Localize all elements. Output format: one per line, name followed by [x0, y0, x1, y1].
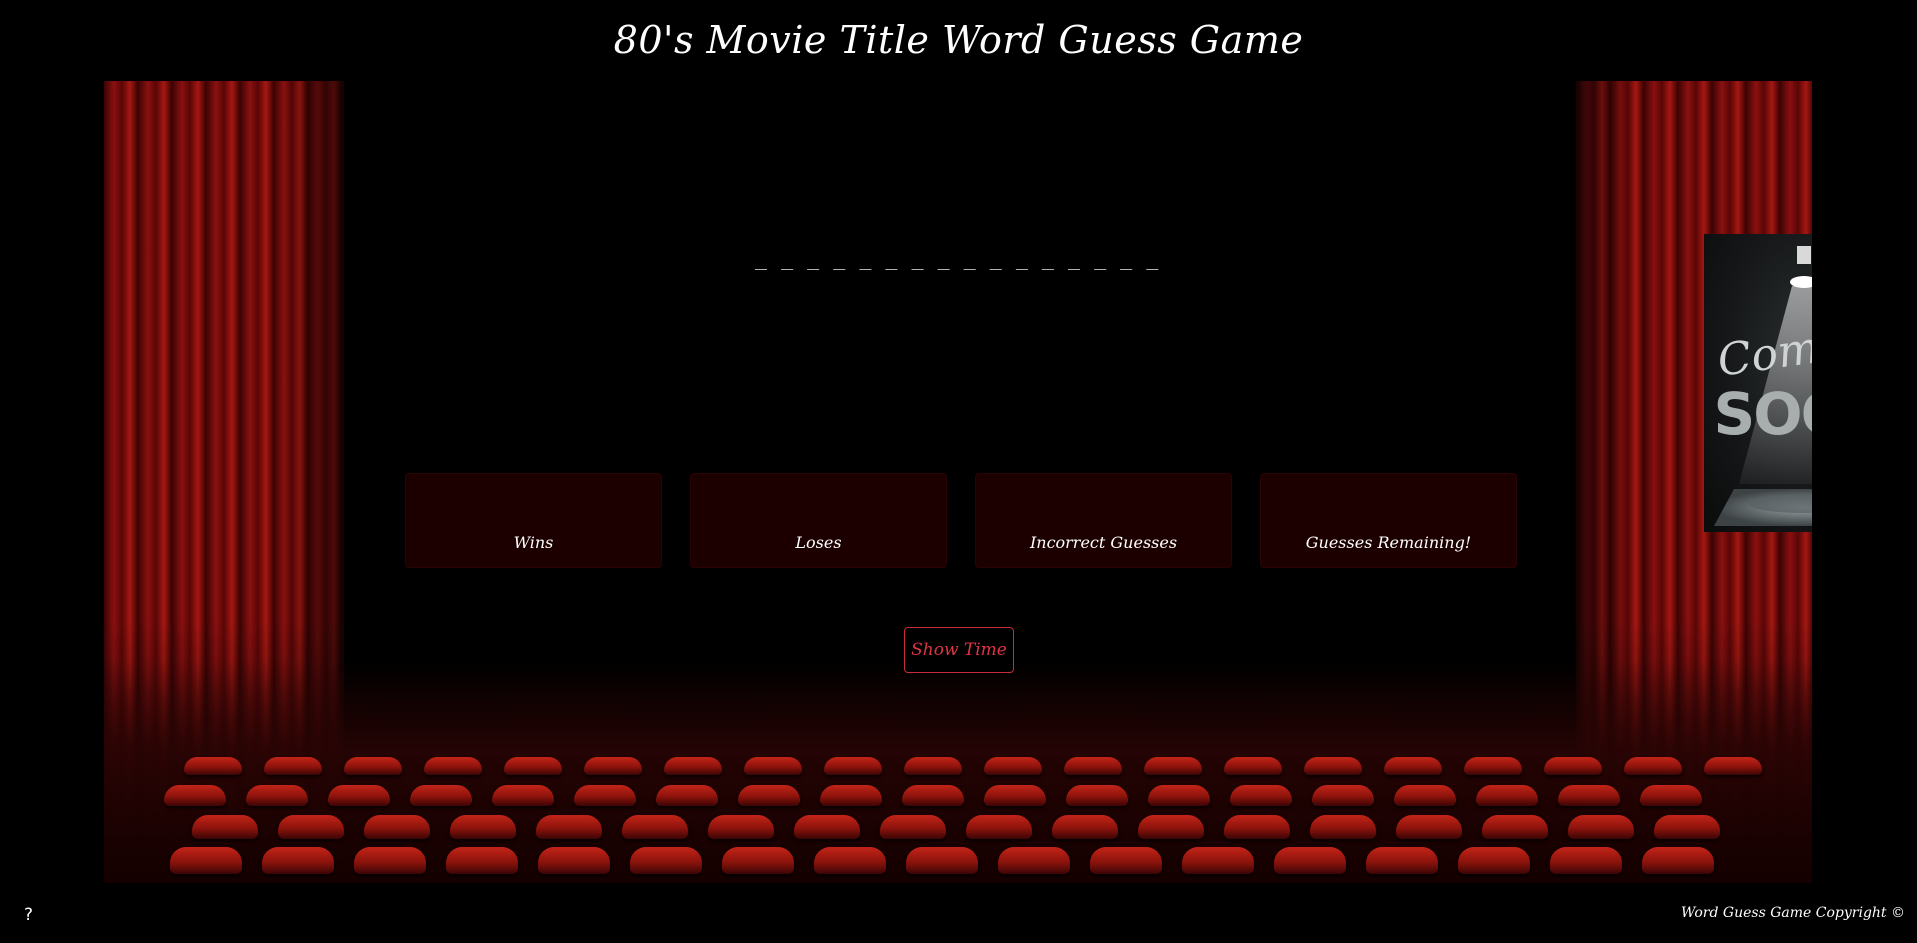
- theater-seat: [278, 815, 344, 839]
- loses-card: Loses: [690, 473, 947, 568]
- poster-line2: SOON: [1714, 380, 1812, 448]
- theater-seat: [1640, 785, 1702, 806]
- theater-seat: [1704, 757, 1762, 775]
- theater-seat: [1138, 815, 1204, 839]
- guesses-remaining-label: Guesses Remaining!: [1305, 533, 1472, 552]
- theater-seat: [708, 815, 774, 839]
- theater-seat: [344, 757, 402, 775]
- wins-card: Wins: [405, 473, 662, 568]
- theater-seat: [446, 847, 518, 874]
- theater-seat: [1654, 815, 1720, 839]
- theater-seat: [1312, 785, 1374, 806]
- theater-seat: [820, 785, 882, 806]
- theater-seat: [1642, 847, 1714, 874]
- theater-seat: [904, 757, 962, 775]
- show-time-button[interactable]: Show Time: [904, 627, 1014, 673]
- theater-seat: [630, 847, 702, 874]
- theater-seat: [984, 785, 1046, 806]
- theater-seat: [538, 847, 610, 874]
- theater-seat: [1144, 757, 1202, 775]
- theater-seat: [354, 847, 426, 874]
- theater-seat: [246, 785, 308, 806]
- theater-seat: [1544, 757, 1602, 775]
- theater-seat: [192, 815, 258, 839]
- theater-seat: [814, 847, 886, 874]
- theater-seat: [504, 757, 562, 775]
- poster-art: Coming SOON: [1714, 246, 1812, 526]
- theater-seat: [170, 847, 242, 874]
- copyright-text: Word Guess Game Copyright ©: [1680, 905, 1905, 921]
- theater-seat: [998, 847, 1070, 874]
- theater-seat: [1090, 847, 1162, 874]
- theater-seat: [164, 785, 226, 806]
- theater-seat: [1476, 785, 1538, 806]
- help-link[interactable]: ?: [24, 905, 33, 925]
- theater-seat: [1052, 815, 1118, 839]
- incorrect-guesses-card: Incorrect Guesses: [975, 473, 1232, 568]
- theater-seat: [1148, 785, 1210, 806]
- theater-seat: [1396, 815, 1462, 839]
- theater-seat: [1464, 757, 1522, 775]
- theater-seat: [410, 785, 472, 806]
- theater-seat: [1568, 815, 1634, 839]
- theater-seat: [1224, 815, 1290, 839]
- theater-seat: [262, 847, 334, 874]
- incorrect-guesses-label: Incorrect Guesses: [1029, 533, 1178, 552]
- theater-seat: [738, 785, 800, 806]
- loses-label: Loses: [795, 533, 842, 552]
- theater-seat: [664, 757, 722, 775]
- theater-seat: [1624, 757, 1682, 775]
- theater-seat: [1230, 785, 1292, 806]
- theater-seat: [656, 785, 718, 806]
- theater-seat: [1366, 847, 1438, 874]
- theater-seat: [1224, 757, 1282, 775]
- theater-seat: [424, 757, 482, 775]
- theater-seat: [536, 815, 602, 839]
- theater-seat: [584, 757, 642, 775]
- theater-seat: [1064, 757, 1122, 775]
- theater-seat: [264, 757, 322, 775]
- word-blanks: _ _ _ _ _ _ _ _ _ _ _ _ _ _ _ _ _ _ _ _ …: [755, 246, 1163, 270]
- theater-seat: [880, 815, 946, 839]
- theater-seat: [1310, 815, 1376, 839]
- theater-seat: [574, 785, 636, 806]
- theater-seat: [984, 757, 1042, 775]
- coming-soon-poster: Coming SOON: [1704, 234, 1812, 532]
- theater-seats: [164, 749, 1764, 883]
- wins-label: Wins: [513, 533, 554, 552]
- theater-seat: [622, 815, 688, 839]
- spotlight-icon: [1797, 246, 1811, 264]
- theater-seat: [1304, 757, 1362, 775]
- theater-seat: [824, 757, 882, 775]
- theater-seat: [794, 815, 860, 839]
- theater-seat: [1394, 785, 1456, 806]
- theater-seat: [1550, 847, 1622, 874]
- theater-seat: [450, 815, 516, 839]
- theater-seat: [492, 785, 554, 806]
- theater-seat: [744, 757, 802, 775]
- theater-seat: [1458, 847, 1530, 874]
- theater-seat: [328, 785, 390, 806]
- theater-seat: [906, 847, 978, 874]
- theater-seat: [966, 815, 1032, 839]
- theater-seat: [1066, 785, 1128, 806]
- theater-stage: Coming SOON: [104, 81, 1812, 883]
- theater-seat: [722, 847, 794, 874]
- theater-seat: [1384, 757, 1442, 775]
- theater-seat: [1274, 847, 1346, 874]
- theater-seat: [364, 815, 430, 839]
- theater-seat: [1482, 815, 1548, 839]
- theater-seat: [902, 785, 964, 806]
- theater-seat: [1182, 847, 1254, 874]
- page-title: 80's Movie Title Word Guess Game: [613, 18, 1304, 62]
- guesses-remaining-card: Guesses Remaining!: [1260, 473, 1517, 568]
- theater-seat: [184, 757, 242, 775]
- theater-seat: [1558, 785, 1620, 806]
